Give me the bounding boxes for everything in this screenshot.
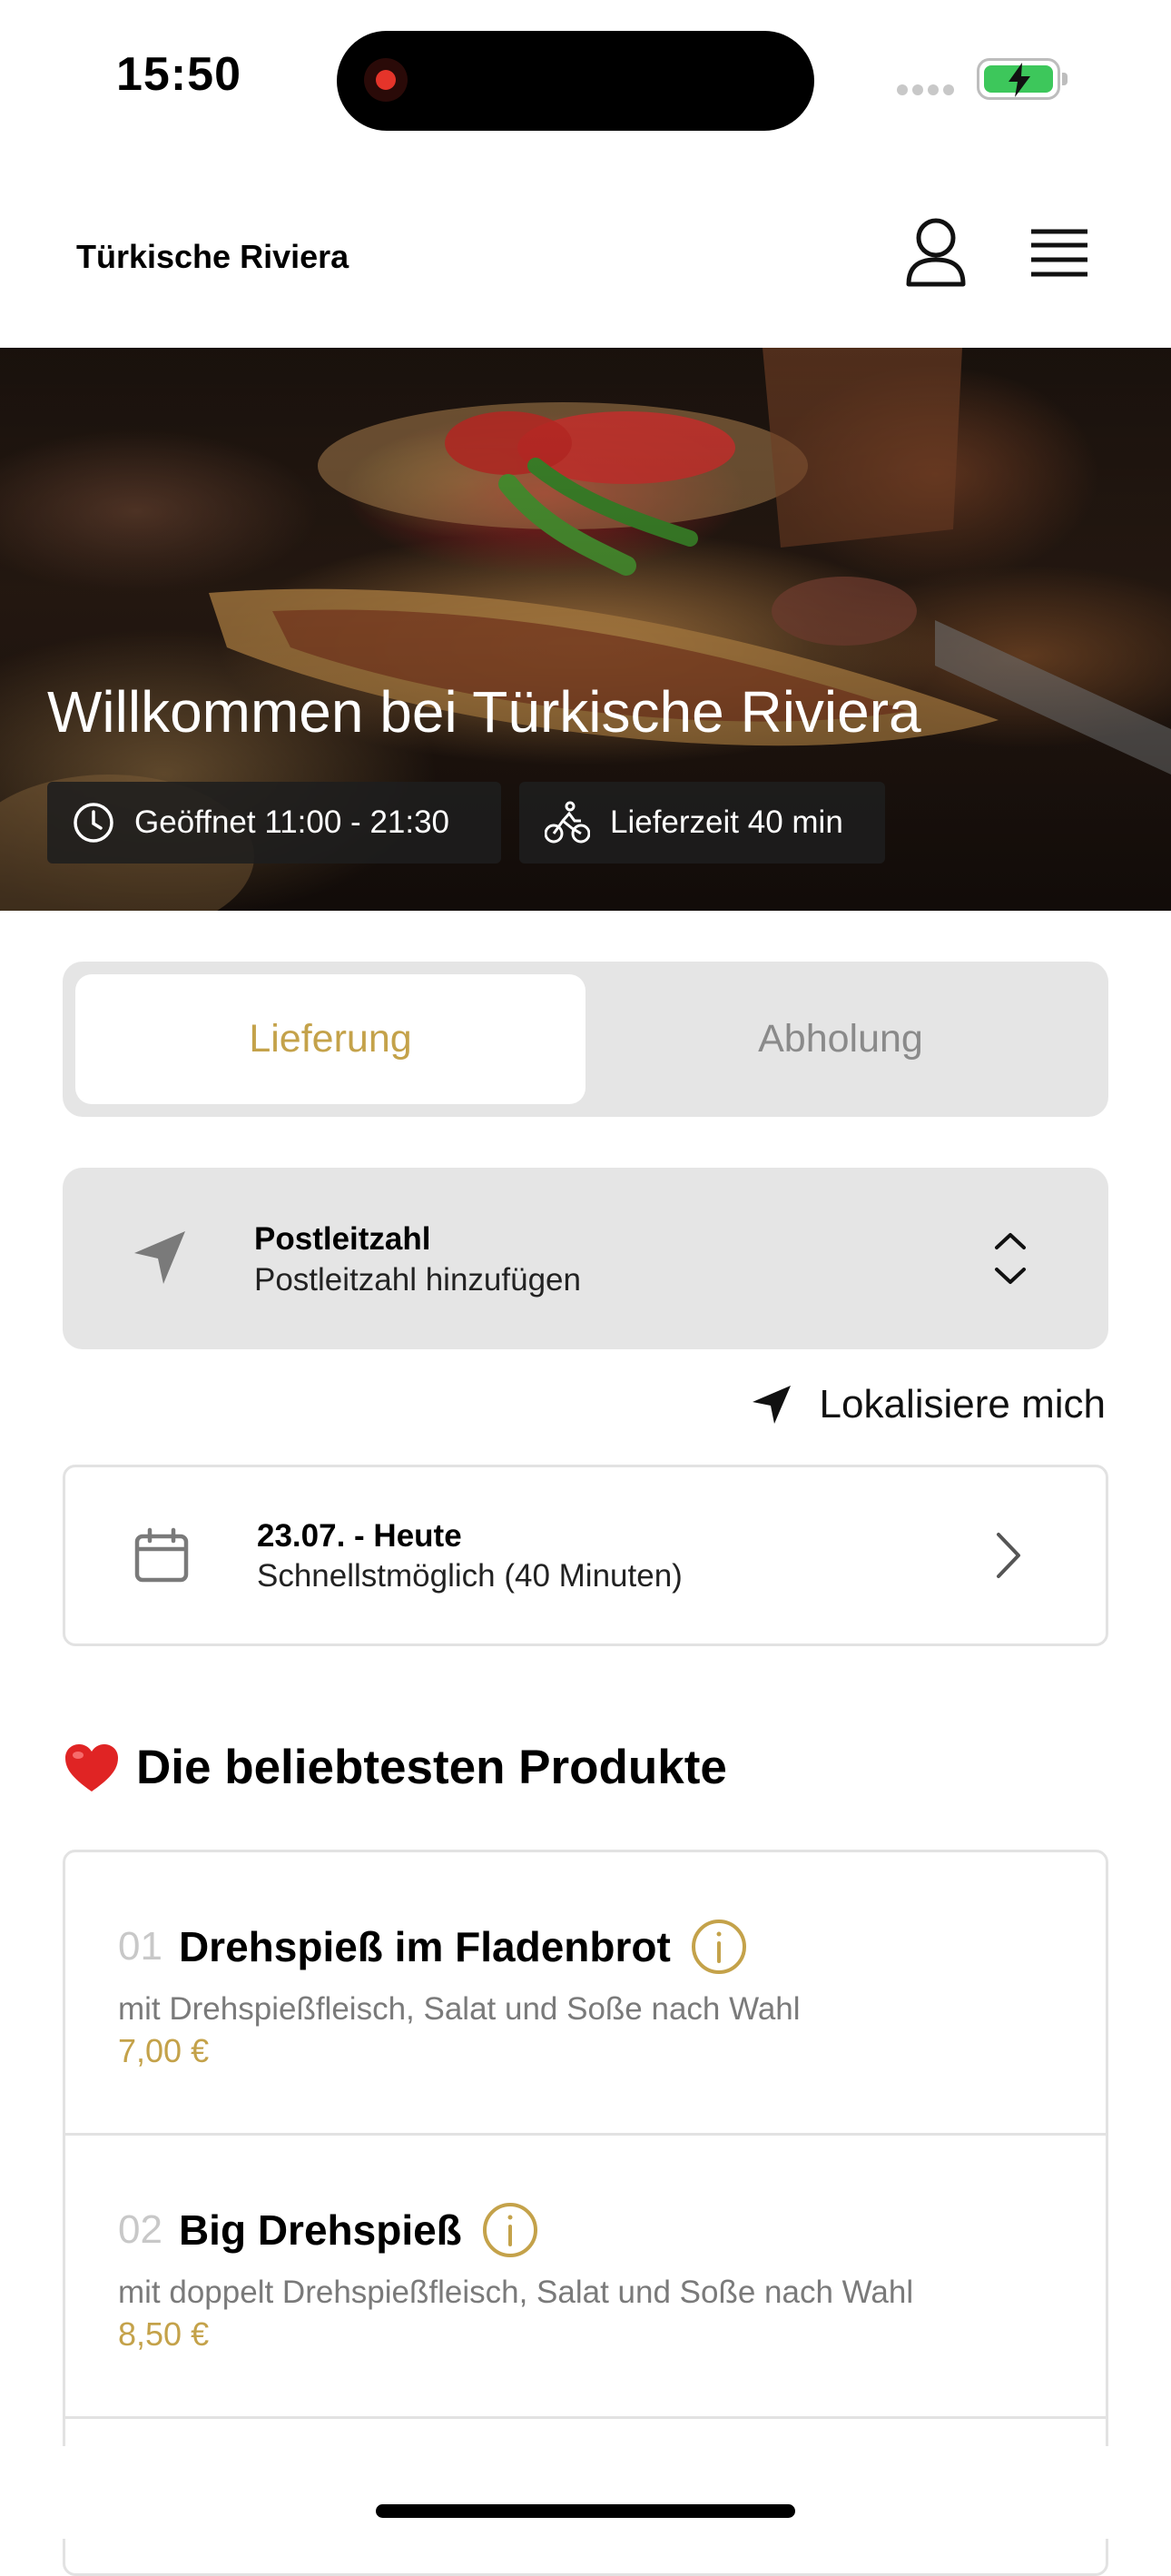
product-name: Big Drehspieß [178,2206,462,2254]
welcome-heading: Willkommen bei Türkische Riviera [47,679,921,745]
delivery-date: 23.07. - Heute [257,1518,462,1554]
product-price: 8,50 € [118,2315,210,2353]
product-number: 02 [118,2207,162,2252]
chevron-right-icon [997,1533,1020,1578]
hero-banner: Willkommen bei Türkische Riviera Geöffne… [0,348,1171,911]
postcode-label: Postleitzahl [254,1221,431,1257]
delivery-time-option: Schnellstmöglich (40 Minuten) [257,1558,683,1594]
location-arrow-icon [134,1231,185,1284]
list-item[interactable]: 02 Big Drehspieß mit doppelt Drehspießfl… [65,2136,1106,2419]
heart-icon [65,1743,118,1791]
profile-button[interactable] [904,218,968,291]
popular-products-title: Die beliebtesten Produkte [136,1741,727,1794]
delivery-time-badge: Lieferzeit 40 min [519,782,885,864]
popular-products-heading: Die beliebtesten Produkte [64,1740,727,1795]
postcode-selector[interactable] [63,1168,1108,1349]
recording-indicator-icon [364,58,408,102]
postcode-placeholder: Postleitzahl hinzufügen [254,1262,581,1298]
delivery-time-text: Lieferzeit 40 min [610,804,843,840]
calendar-icon [134,1527,189,1583]
product-number: 01 [118,1924,162,1969]
bicycle-courier-icon [545,801,590,844]
home-indicator[interactable] [376,2504,795,2518]
list-item[interactable]: 01 Drehspieß im Fladenbrot mit Drehspieß… [65,1852,1106,2136]
product-price: 7,00 € [118,2032,210,2069]
locate-me-label: Lokalisiere mich [819,1382,1106,1426]
chevron-up-down-icon [995,1233,1026,1284]
tab-pickup[interactable]: Abholung [586,974,1096,1104]
location-arrow-icon [752,1386,791,1424]
hamburger-icon [1031,229,1087,277]
restaurant-title: Türkische Riviera [76,238,349,275]
product-description: mit Drehspießfleisch, Salat und Soße nac… [118,1991,801,2027]
tab-delivery[interactable]: Lieferung [75,974,586,1104]
menu-button[interactable] [1029,227,1089,284]
status-time: 15:50 [116,48,241,101]
info-icon[interactable] [691,1919,747,1975]
cellular-signal-icon [897,84,959,100]
person-icon [906,218,966,287]
info-icon[interactable] [482,2202,538,2258]
opening-hours-badge: Geöffnet 11:00 - 21:30 [47,782,501,864]
product-description: mit doppelt Drehspießfleisch, Salat und … [118,2275,914,2310]
product-name: Drehspieß im Fladenbrot [178,1923,671,1970]
delivery-date-selector[interactable] [63,1465,1108,1646]
locate-me-link[interactable]: Lokalisiere mich [751,1382,1106,1427]
clock-icon [74,803,113,843]
battery-icon [977,58,1068,100]
opening-hours-text: Geöffnet 11:00 - 21:30 [134,804,450,840]
dynamic-island [337,31,814,131]
